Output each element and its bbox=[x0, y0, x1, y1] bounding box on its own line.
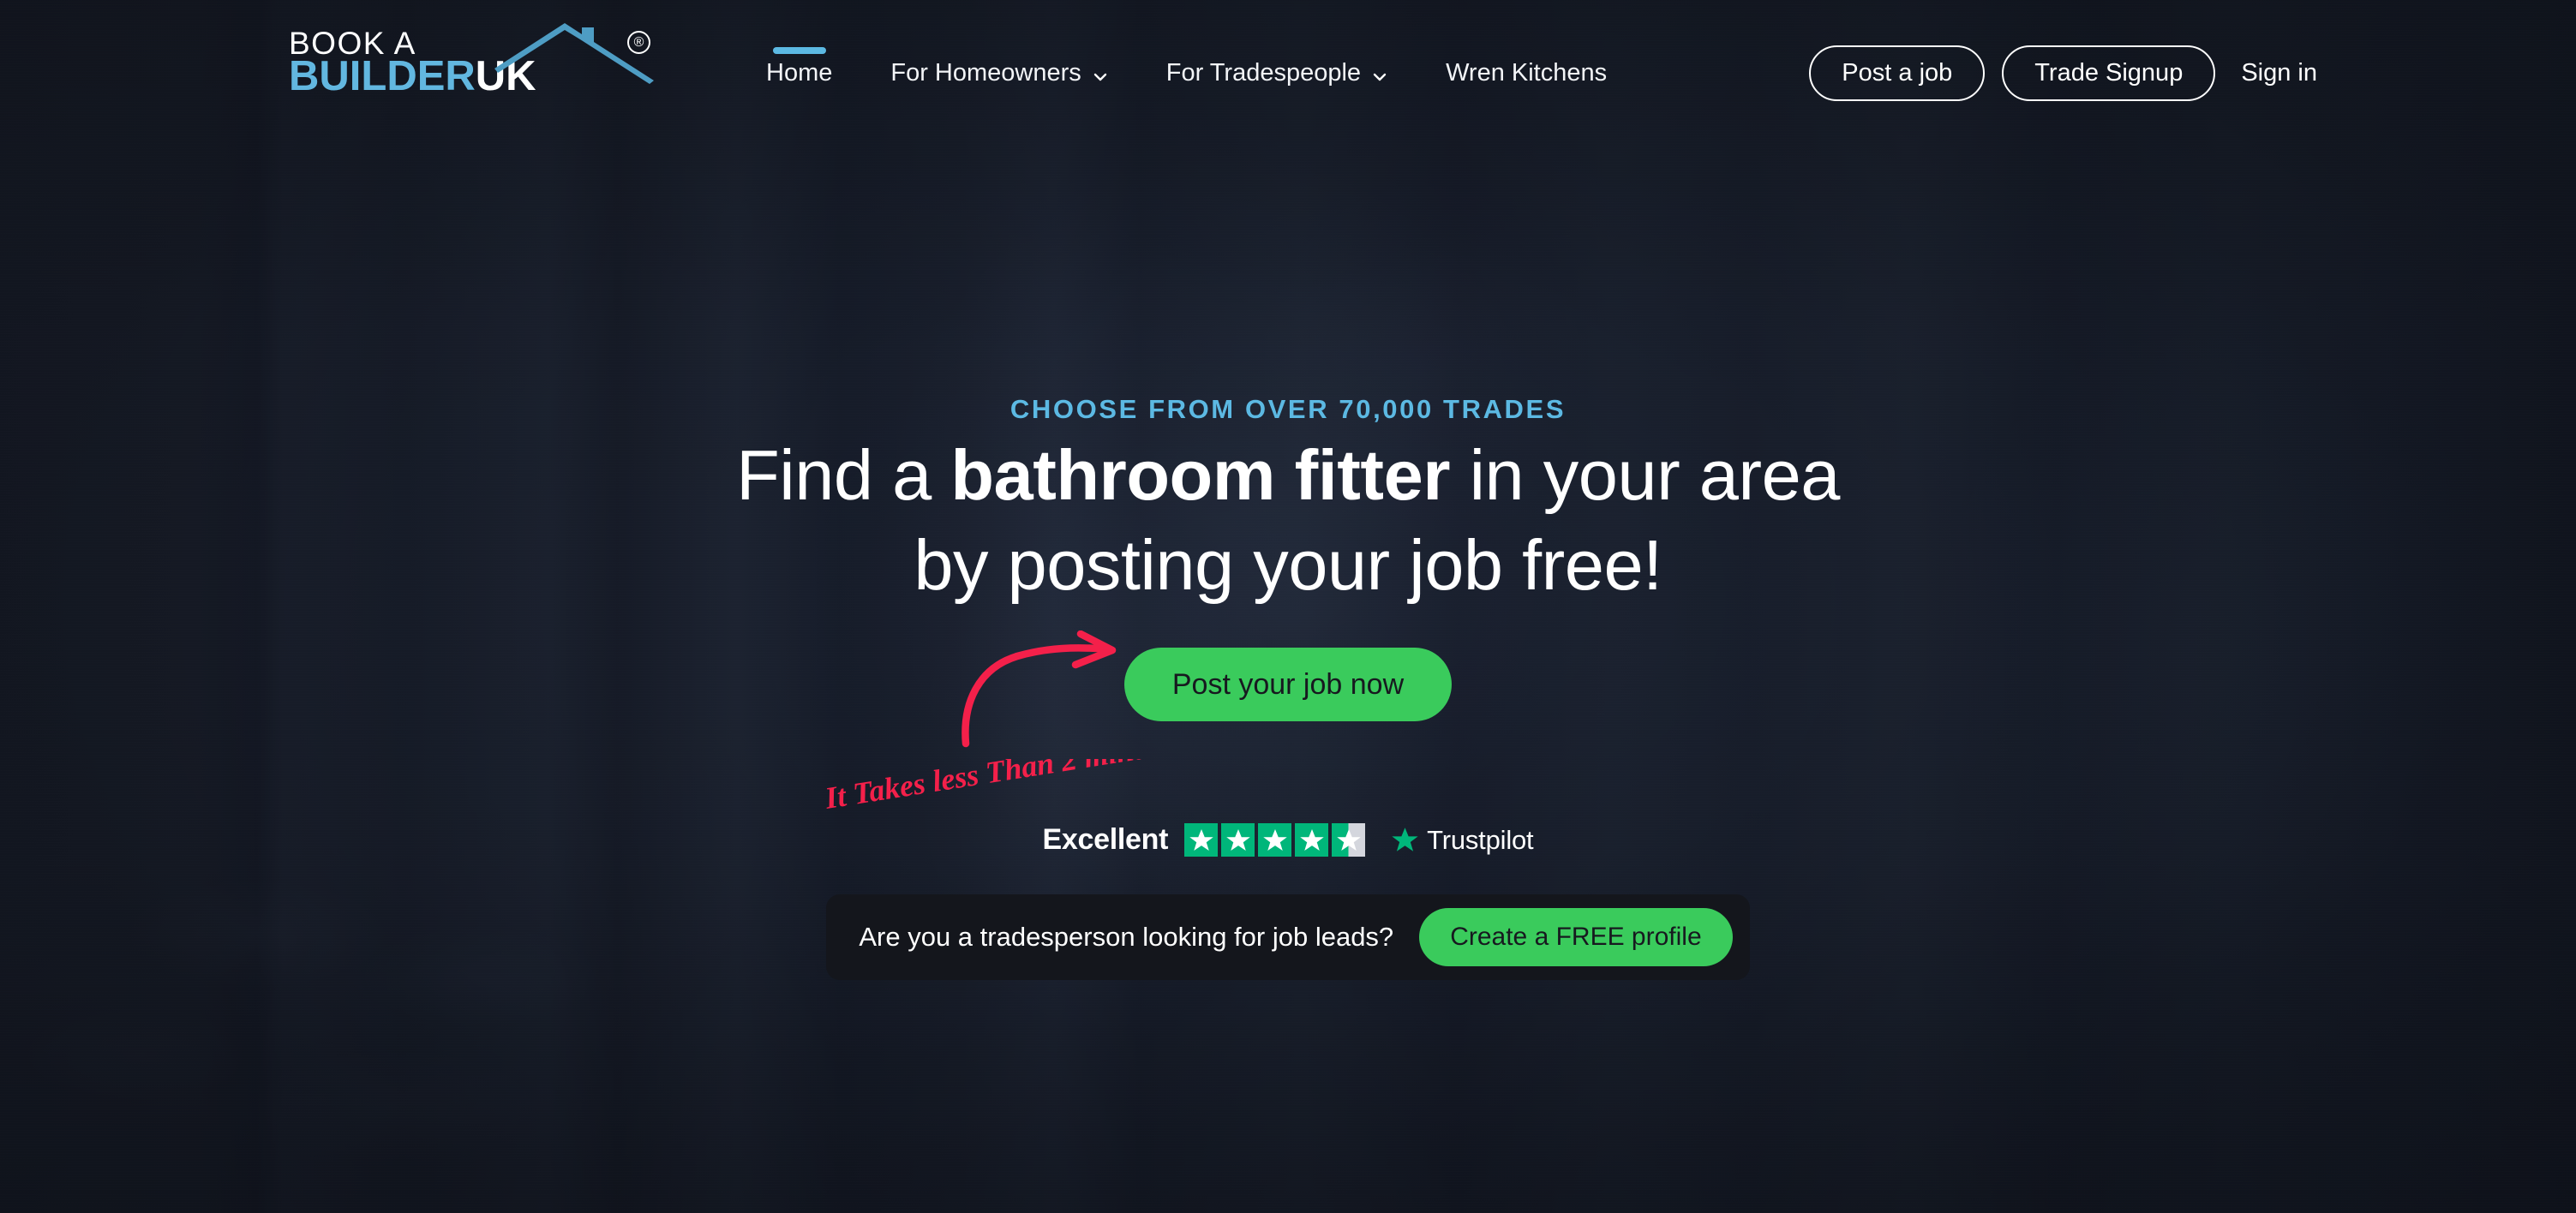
primary-navigation: Home For Homeowners For Tradespeople Wre… bbox=[737, 0, 1636, 146]
svg-text:It Takes less Than 2 minutes!: It Takes less Than 2 minutes! bbox=[822, 759, 1199, 816]
trustpilot-rating-word: Excellent bbox=[1042, 823, 1169, 856]
post-a-job-button[interactable]: Post a job bbox=[1809, 45, 1986, 101]
star-icon bbox=[1258, 823, 1292, 857]
trustpilot-brand-name: Trustpilot bbox=[1427, 824, 1534, 855]
nav-item-for-homeowners-label: For Homeowners bbox=[890, 58, 1081, 87]
sign-in-link[interactable]: Sign in bbox=[2241, 59, 2317, 87]
nav-item-wren-kitchens[interactable]: Wren Kitchens bbox=[1417, 59, 1636, 87]
registered-trademark-icon: ® bbox=[627, 31, 650, 54]
hero-eyebrow: CHOOSE FROM OVER 70,000 TRADES bbox=[1009, 394, 1567, 424]
logo-text-builder: BUILDER bbox=[289, 53, 476, 99]
nav-item-home-label: Home bbox=[766, 58, 833, 87]
nav-item-home[interactable]: Home bbox=[737, 46, 861, 87]
curved-arrow-icon bbox=[962, 630, 1117, 748]
nav-item-for-homeowners[interactable]: For Homeowners bbox=[861, 59, 1136, 87]
star-half-icon bbox=[1332, 823, 1366, 857]
hero-cta-wrapper: It Takes less Than 2 minutes! Post your … bbox=[822, 630, 1453, 816]
site-logo[interactable]: BOOK A BUILDERUK ® bbox=[289, 23, 654, 99]
post-your-job-now-button[interactable]: Post your job now bbox=[1123, 648, 1453, 721]
star-icon bbox=[1295, 823, 1329, 857]
hero-headline-line-2: by posting your job free! bbox=[914, 525, 1662, 605]
nav-active-underline bbox=[772, 46, 826, 54]
trade-signup-button[interactable]: Trade Signup bbox=[2002, 45, 2216, 101]
trustpilot-widget[interactable]: Excellent Trustpilot bbox=[1043, 823, 1534, 857]
star-icon bbox=[1221, 823, 1255, 857]
star-icon bbox=[1184, 823, 1219, 857]
trustpilot-stars bbox=[1184, 823, 1366, 857]
trustpilot-brand: Trustpilot bbox=[1391, 824, 1534, 856]
tradesperson-banner: Are you a tradesperson looking for job l… bbox=[826, 894, 1750, 980]
chevron-down-icon bbox=[1093, 63, 1108, 81]
site-header: BOOK A BUILDERUK ® Home For Homeowners F… bbox=[0, 0, 2576, 146]
hero-headline-line-1: Find a bathroom fitter in your area bbox=[736, 439, 1840, 511]
trustpilot-star-icon bbox=[1392, 828, 1418, 851]
hero-headline: Find a bathroom fitter in your area by p… bbox=[736, 439, 1840, 601]
house-roof-icon bbox=[494, 23, 654, 84]
hero-headline-trade: bathroom fitter bbox=[950, 435, 1451, 515]
hero-annotation: It Takes less Than 2 minutes! bbox=[822, 759, 1199, 816]
nav-item-for-tradespeople[interactable]: For Tradespeople bbox=[1137, 59, 1417, 87]
tradesperson-banner-text: Are you a tradesperson looking for job l… bbox=[859, 922, 1394, 952]
nav-item-wren-kitchens-label: Wren Kitchens bbox=[1446, 58, 1608, 87]
header-actions: Post a job Trade Signup Sign in bbox=[1809, 0, 2317, 146]
chevron-down-icon bbox=[1372, 63, 1387, 81]
hero-headline-suffix: in your area bbox=[1450, 435, 1841, 515]
hero-section: CHOOSE FROM OVER 70,000 TRADES Find a ba… bbox=[0, 0, 2576, 1213]
nav-item-for-tradespeople-label: For Tradespeople bbox=[1165, 58, 1362, 87]
hero-headline-prefix: Find a bbox=[736, 435, 951, 515]
create-free-profile-button[interactable]: Create a FREE profile bbox=[1419, 908, 1733, 966]
